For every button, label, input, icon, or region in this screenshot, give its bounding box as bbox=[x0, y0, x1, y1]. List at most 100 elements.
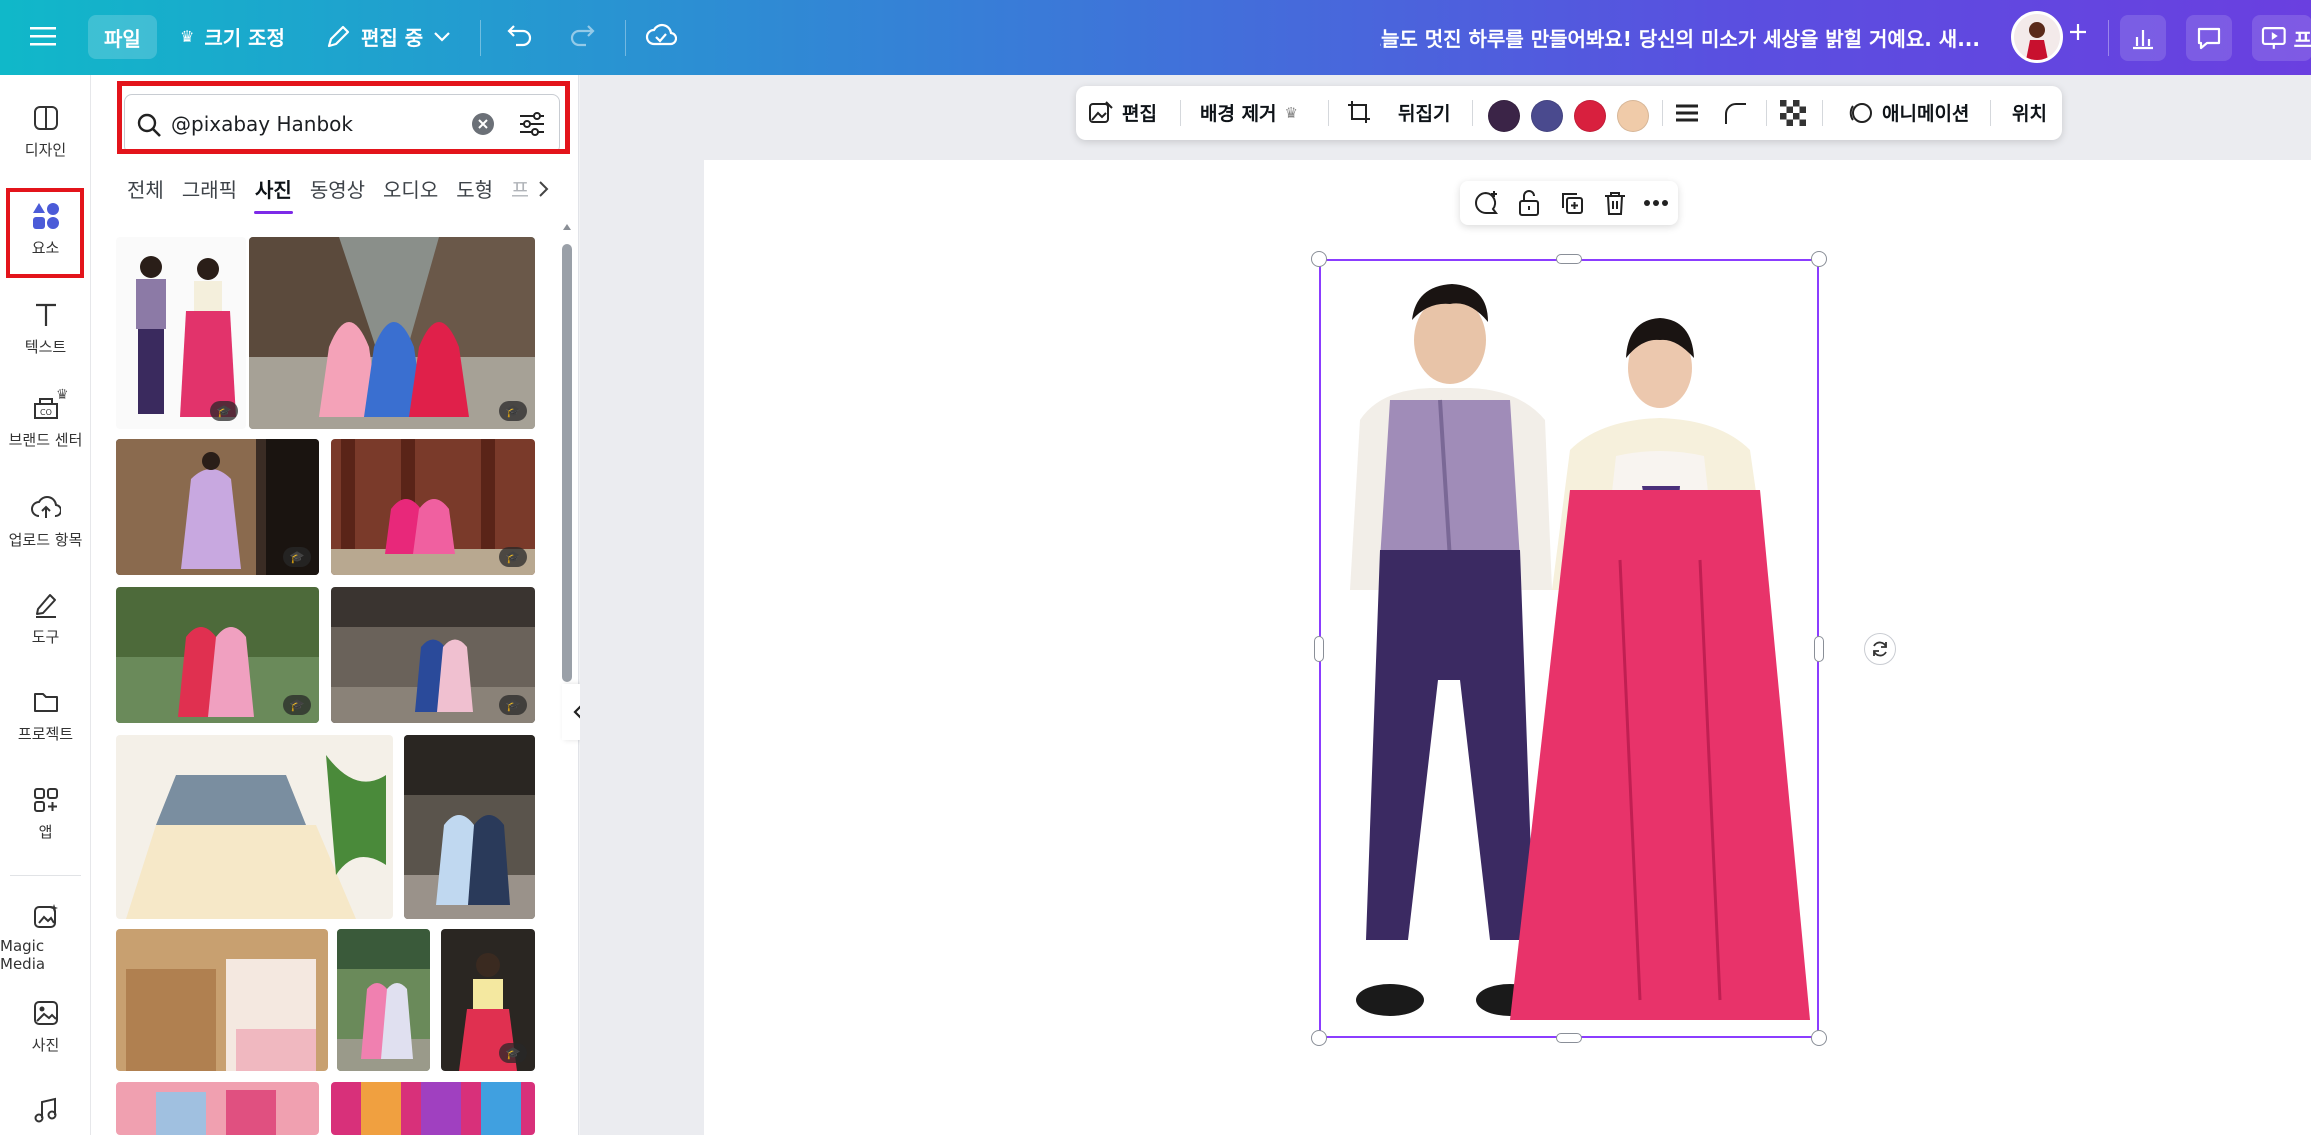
resize-handle-bottom[interactable] bbox=[1556, 1033, 1582, 1043]
premium-badge-icon: 🎓 bbox=[210, 401, 238, 421]
resize-handle-left[interactable] bbox=[1314, 636, 1324, 662]
tab-audio[interactable]: 오디오 bbox=[374, 160, 447, 216]
rail-item-audio[interactable] bbox=[0, 1095, 91, 1125]
apps-icon bbox=[31, 785, 61, 815]
tabs-scroll-right-button[interactable] bbox=[528, 174, 558, 204]
menu-button[interactable] bbox=[30, 24, 56, 48]
design-title[interactable]: 오늘도 멋진 하루를 만들어봐요! 당신의 미소가 세상을 밝힐 거예요. 새.… bbox=[1380, 0, 1980, 75]
present-button[interactable]: 프 bbox=[2252, 15, 2311, 61]
photo-result-thumbnail[interactable]: 🎓 bbox=[249, 237, 535, 429]
magic-media-icon bbox=[31, 901, 61, 931]
avatar-image bbox=[2014, 14, 2060, 60]
avatar[interactable] bbox=[2011, 11, 2063, 63]
add-comment-button[interactable] bbox=[1470, 187, 1502, 219]
elements-highlight-box bbox=[6, 188, 84, 278]
scroll-up-arrow-icon bbox=[563, 224, 571, 230]
resize-handle-top[interactable] bbox=[1556, 254, 1582, 264]
delete-button[interactable] bbox=[1599, 187, 1631, 219]
resize-handle-right[interactable] bbox=[1814, 636, 1824, 662]
rail-item-text[interactable]: 텍스트 bbox=[0, 300, 91, 357]
photo-result-thumbnail[interactable] bbox=[331, 1082, 535, 1135]
tab-photos[interactable]: 사진 bbox=[246, 160, 301, 216]
add-collaborator-button[interactable] bbox=[2066, 20, 2090, 44]
duplicate-button[interactable] bbox=[1556, 187, 1588, 219]
resize-handle-top-right[interactable] bbox=[1811, 251, 1827, 267]
undo-icon bbox=[507, 25, 532, 47]
rail-item-label: Magic Media bbox=[0, 937, 46, 973]
photo-result-thumbnail[interactable]: 🎓 bbox=[441, 929, 535, 1071]
more-options-button[interactable] bbox=[1640, 187, 1672, 219]
animate-label: 애니메이션 bbox=[1882, 103, 1970, 125]
color-swatch-1[interactable] bbox=[1488, 100, 1520, 132]
divider bbox=[480, 20, 481, 56]
upload-icon bbox=[30, 493, 61, 523]
comments-button[interactable] bbox=[2186, 15, 2232, 61]
rotate-button[interactable] bbox=[1864, 633, 1896, 665]
resize-handle-bottom-right[interactable] bbox=[1811, 1030, 1827, 1046]
rail-item-design[interactable]: 디자인 bbox=[0, 103, 91, 160]
edit-image-label: 편집 bbox=[1122, 103, 1157, 125]
divider bbox=[1180, 100, 1181, 126]
flip-button[interactable]: 뒤집기 bbox=[1398, 99, 1450, 126]
photo-result-thumbnail[interactable]: 🎓 bbox=[116, 439, 319, 575]
photo-result-thumbnail[interactable]: 🎓 bbox=[116, 237, 246, 429]
lock-button[interactable] bbox=[1513, 187, 1545, 219]
bg-remove-button[interactable]: 배경 제거 ♛ bbox=[1200, 99, 1298, 126]
tab-shapes[interactable]: 도형 bbox=[447, 160, 502, 216]
photo-result-thumbnail[interactable] bbox=[116, 735, 393, 919]
color-swatch-4[interactable] bbox=[1617, 100, 1649, 132]
rail-item-photos[interactable]: 사진 bbox=[0, 998, 91, 1055]
rail-item-label: 앱 bbox=[38, 823, 53, 841]
rail-item-projects[interactable]: 프로젝트 bbox=[0, 687, 91, 744]
image-context-toolbar: 편집 배경 제거 ♛ 뒤집기 애니메이션 위치 bbox=[1076, 86, 2062, 140]
photo-result-thumbnail[interactable]: 🎓 bbox=[331, 587, 535, 723]
insights-button[interactable] bbox=[2120, 15, 2166, 61]
redo-button[interactable] bbox=[568, 22, 596, 48]
photo-result-thumbnail[interactable]: 🎓 bbox=[331, 439, 535, 575]
animate-button[interactable]: 애니메이션 bbox=[1848, 99, 1969, 126]
chevron-down-icon bbox=[434, 31, 450, 42]
more-horizontal-icon bbox=[1644, 200, 1668, 206]
resize-button[interactable]: ♛ 크기 조정 bbox=[180, 22, 285, 51]
edit-image-button[interactable]: 편집 bbox=[1088, 99, 1157, 126]
crown-icon: ♛ bbox=[56, 387, 69, 403]
scrollbar-thumb[interactable] bbox=[562, 244, 572, 682]
photo-result-thumbnail[interactable] bbox=[404, 735, 535, 919]
photo-result-thumbnail[interactable] bbox=[337, 929, 430, 1071]
rail-item-label: 사진 bbox=[31, 1036, 60, 1054]
premium-badge-icon: 🎓 bbox=[283, 695, 311, 715]
resize-handle-bottom-left[interactable] bbox=[1311, 1030, 1327, 1046]
undo-button[interactable] bbox=[506, 22, 534, 48]
tab-videos[interactable]: 동영상 bbox=[301, 160, 374, 216]
border-style-button[interactable] bbox=[1674, 100, 1700, 126]
trash-icon bbox=[1605, 192, 1625, 215]
position-button[interactable]: 위치 bbox=[2012, 99, 2047, 126]
photo-result-thumbnail[interactable]: 🎓 bbox=[116, 587, 319, 723]
rail-item-uploads[interactable]: 업로드 항목 bbox=[0, 493, 91, 550]
color-swatch-2[interactable] bbox=[1531, 100, 1563, 132]
resize-handle-top-left[interactable] bbox=[1311, 251, 1327, 267]
save-status-button[interactable] bbox=[645, 22, 677, 48]
file-menu-button[interactable]: 파일 bbox=[88, 15, 157, 59]
rail-item-apps[interactable]: 앱 bbox=[0, 785, 91, 842]
crop-button[interactable] bbox=[1346, 99, 1372, 125]
photo-result-thumbnail[interactable] bbox=[116, 1082, 319, 1135]
present-icon bbox=[2261, 27, 2286, 49]
rail-item-brand[interactable]: ♛ CO 브랜드 센터 bbox=[0, 387, 91, 450]
photo-result-thumbnail[interactable] bbox=[116, 929, 328, 1071]
tab-graphics[interactable]: 그래픽 bbox=[173, 160, 246, 216]
transparency-checker-icon bbox=[1780, 100, 1806, 126]
divider bbox=[1990, 100, 1991, 126]
tab-all[interactable]: 전체 bbox=[118, 160, 173, 216]
color-swatch-3[interactable] bbox=[1574, 100, 1606, 132]
premium-badge-icon: 🎓 bbox=[499, 1043, 527, 1063]
rail-item-draw[interactable]: 도구 bbox=[0, 590, 91, 647]
corner-rounding-button[interactable] bbox=[1722, 100, 1748, 126]
search-highlight-box bbox=[117, 81, 570, 154]
selection-frame bbox=[1319, 259, 1819, 1038]
cloud-check-icon bbox=[645, 23, 677, 46]
rail-item-magic-media[interactable]: Magic Media bbox=[0, 901, 91, 973]
divider bbox=[1662, 100, 1663, 126]
edit-mode-dropdown[interactable]: 편집 중 bbox=[325, 22, 451, 51]
transparency-button[interactable] bbox=[1780, 100, 1806, 126]
